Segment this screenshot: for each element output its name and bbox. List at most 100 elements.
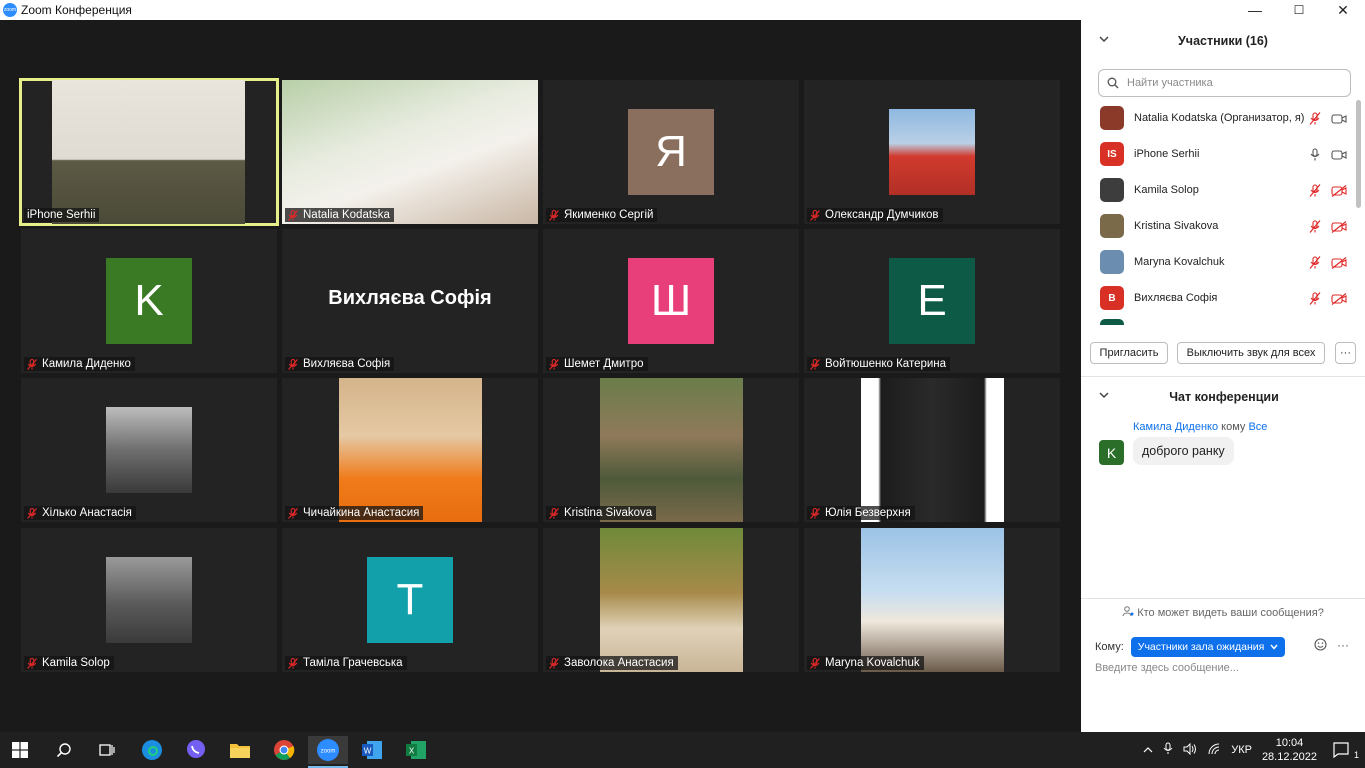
video-tile[interactable]: Kamila Solop	[21, 528, 277, 672]
tile-participant-name: Maryna Kovalchuk	[825, 657, 920, 669]
svg-text:W: W	[364, 747, 372, 756]
muted-microphone-icon[interactable]	[1308, 112, 1322, 130]
video-off-icon[interactable]	[1331, 292, 1347, 310]
tile-participant-name: Хілько Анастасія	[42, 507, 132, 519]
video-tile[interactable]: Natalia Kodatska	[282, 80, 538, 224]
video-off-icon[interactable]	[1331, 220, 1347, 238]
video-tile[interactable]: Kristina Sivakova	[543, 378, 799, 522]
video-tile[interactable]: Хілько Анастасія	[21, 378, 277, 522]
volume-icon[interactable]	[1183, 742, 1197, 758]
video-off-icon[interactable]	[1331, 256, 1347, 274]
language-indicator[interactable]: УКР	[1231, 744, 1252, 756]
video-tile[interactable]: Юлія Безверхня	[804, 378, 1060, 522]
avatar: K	[106, 258, 192, 344]
tile-nameplate: Камила Диденко	[24, 357, 135, 371]
video-tile[interactable]: Чичайкина Анастасия	[282, 378, 538, 522]
microphone-icon[interactable]	[1163, 742, 1173, 758]
video-tile[interactable]: Maryna Kovalchuk	[804, 528, 1060, 672]
file-explorer-icon[interactable]	[220, 736, 260, 764]
participant-list: Natalia Kodatska (Организатор, я) IS iPhon…	[1081, 100, 1355, 328]
video-tile[interactable]: E Войтюшенко Катерина	[804, 229, 1060, 373]
chat-more-icon[interactable]: ···	[1337, 638, 1349, 652]
muted-microphone-icon	[549, 508, 559, 519]
emoji-icon[interactable]	[1314, 638, 1327, 656]
notification-icon[interactable]	[1333, 742, 1349, 761]
participant-scrollbar[interactable]	[1355, 100, 1361, 328]
video-tile[interactable]: iPhone Serhii	[19, 78, 279, 226]
video-camera-icon[interactable]	[1331, 112, 1347, 130]
video-tile[interactable]: Ш Шемет Дмитро	[543, 229, 799, 373]
chat-message-input[interactable]: Введите здесь сообщение...	[1095, 662, 1239, 674]
muted-microphone-icon[interactable]	[1308, 256, 1322, 274]
participant-row[interactable]: IS iPhone Serhii	[1081, 136, 1355, 172]
participant-row[interactable]: Kristina Sivakova	[1081, 208, 1355, 244]
clock-time: 10:04	[1275, 737, 1304, 749]
minimize-button[interactable]: —	[1233, 0, 1277, 20]
chrome-icon[interactable]	[264, 736, 304, 764]
viber-icon[interactable]	[176, 736, 216, 764]
mute-all-button[interactable]: Выключить звук для всех	[1177, 342, 1325, 364]
tile-nameplate: Войтюшенко Катерина	[807, 357, 951, 371]
tile-participant-name: Олександр Думчиков	[825, 209, 939, 221]
tile-nameplate: Олександр Думчиков	[807, 208, 943, 222]
participant-search-input[interactable]	[1125, 76, 1339, 90]
close-button[interactable]: ✕	[1321, 0, 1365, 20]
muted-microphone-icon[interactable]	[1308, 184, 1322, 202]
muted-microphone-icon	[288, 508, 298, 519]
title-bar: zoom Zoom Конференция	[0, 0, 1080, 20]
muted-microphone-icon	[549, 210, 559, 221]
participant-row[interactable]: Kamila Solop	[1081, 172, 1355, 208]
video-tile[interactable]: Заволока Анастасия	[543, 528, 799, 672]
video-camera-icon[interactable]	[1331, 148, 1347, 166]
word-icon[interactable]: W	[352, 736, 392, 764]
microphone-icon[interactable]	[1308, 148, 1322, 166]
participant-name: Natalia Kodatska (Организатор, я)	[1134, 112, 1305, 124]
muted-microphone-icon[interactable]	[1308, 220, 1322, 238]
panel-divider	[1081, 376, 1365, 377]
participant-name: Kamila Solop	[1134, 184, 1199, 196]
tile-participant-name: Войтюшенко Катерина	[825, 358, 947, 370]
who-can-see-link[interactable]: Кто может видеть ваши сообщения?	[1081, 606, 1365, 619]
participant-name: Kristina Sivakova	[1134, 220, 1219, 232]
show-hidden-icons-icon[interactable]	[1143, 744, 1153, 756]
muted-microphone-icon[interactable]	[1308, 292, 1322, 310]
invite-button[interactable]: Пригласить	[1090, 342, 1168, 364]
muted-microphone-icon	[810, 210, 820, 221]
participant-name: Maryna Kovalchuk	[1134, 256, 1225, 268]
chat-recipient[interactable]: Все	[1248, 421, 1267, 433]
edge-icon[interactable]	[132, 736, 172, 764]
chat-sender[interactable]: Камила Диденко	[1133, 421, 1218, 433]
participant-row[interactable]: Natalia Kodatska (Организатор, я)	[1081, 100, 1355, 136]
tile-participant-name: Якименко Сергій	[564, 209, 654, 221]
video-tile[interactable]: T Таміла Грачевська	[282, 528, 538, 672]
chat-recipient-dropdown[interactable]: Участники зала ожидания	[1130, 637, 1286, 657]
wifi-icon[interactable]	[1207, 743, 1221, 758]
excel-icon[interactable]: X	[396, 736, 436, 764]
task-view-icon[interactable]	[86, 736, 126, 764]
participant-search[interactable]	[1098, 69, 1351, 97]
muted-microphone-icon	[27, 508, 37, 519]
video-tile[interactable]: Вихляєва Софія Вихляєва Софія	[282, 229, 538, 373]
tile-nameplate: Maryna Kovalchuk	[807, 656, 924, 670]
more-options-button[interactable]: ···	[1335, 342, 1356, 364]
participant-avatar	[1100, 178, 1124, 202]
chat-recipient-value: Участники зала ожидания	[1137, 641, 1265, 653]
chat-to-word: кому	[1221, 421, 1246, 433]
start-button[interactable]	[0, 736, 40, 764]
avatar: Я	[628, 109, 714, 195]
maximize-button[interactable]: ☐	[1277, 0, 1321, 20]
video-tile[interactable]: Олександр Думчиков	[804, 80, 1060, 224]
participant-row[interactable]: Maryna Kovalchuk	[1081, 244, 1355, 280]
tile-participant-name: Вихляєва Софія	[303, 358, 391, 370]
participant-row[interactable]: B Вихляєва Софія	[1081, 280, 1355, 316]
clock-date: 28.12.2022	[1261, 751, 1317, 763]
video-tile[interactable]: Я Якименко Сергій	[543, 80, 799, 224]
chat-divider	[1081, 598, 1365, 599]
windows-taskbar: zoom W X УКР 10:04 28.12.2022 1	[0, 732, 1365, 768]
video-off-icon[interactable]	[1331, 184, 1347, 202]
zoom-taskbar-icon[interactable]: zoom	[308, 736, 348, 764]
video-tile[interactable]: K Камила Диденко	[21, 229, 277, 373]
search-taskbar-icon[interactable]	[44, 736, 84, 764]
clock[interactable]: 10:04 28.12.2022	[1262, 736, 1317, 764]
muted-microphone-icon	[810, 658, 820, 669]
